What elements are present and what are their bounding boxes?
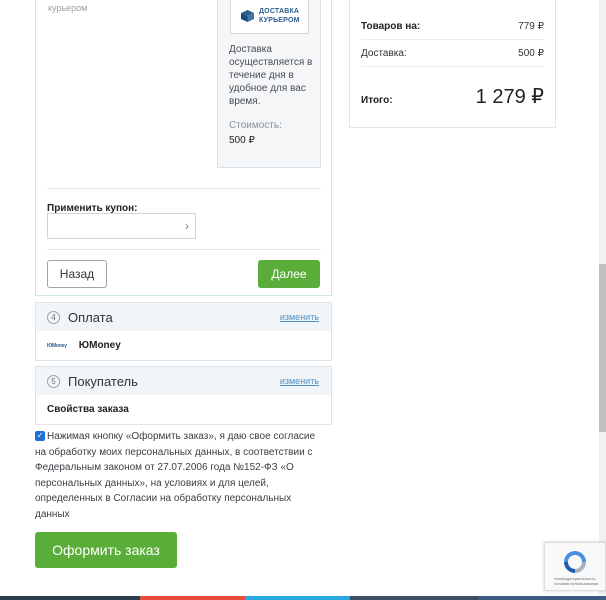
cost-label: Стоимость:: [229, 120, 282, 131]
yoomoney-logo: ЮMoney: [47, 342, 67, 349]
step-header: 5 Покупатель изменить: [36, 367, 331, 395]
total-value: 1 279 ₽: [475, 86, 544, 108]
summary-goods-row: Товаров на: 779 ₽: [361, 21, 544, 32]
step-payment: 4 Оплата изменить ЮMoney ЮMoney: [35, 302, 332, 361]
back-button[interactable]: Назад: [47, 260, 107, 288]
delivery-panel: курьером ДОСТАВКА КУРЬЕРОМ Доставка осущ…: [35, 0, 332, 296]
goods-value: 779 ₽: [518, 21, 544, 32]
scrollbar[interactable]: [599, 0, 606, 600]
step-body: ЮMoney ЮMoney: [36, 331, 331, 360]
delivery-label: Доставка:: [361, 48, 407, 59]
coupon-input[interactable]: ›: [47, 213, 196, 239]
payment-method-label: ЮMoney: [78, 340, 121, 351]
scrollbar-thumb[interactable]: [599, 264, 606, 432]
strip-segment: [350, 596, 478, 600]
edit-buyer-link[interactable]: изменить: [280, 376, 319, 386]
courier-delivery-card[interactable]: ДОСТАВКА КУРЬЕРОМ Доставка осуществляетс…: [217, 0, 321, 168]
strip-segment: [0, 596, 140, 600]
order-properties-label: Свойства заказа: [47, 404, 129, 415]
courier-logo: ДОСТАВКА КУРЬЕРОМ: [230, 0, 309, 34]
step-title: Покупатель: [68, 373, 138, 389]
logo-text-line-1: ДОСТАВКА: [259, 8, 300, 15]
summary-total-row: Итого: 1 279 ₽: [361, 84, 544, 109]
total-label: Итого:: [361, 95, 393, 106]
strip-segment: [245, 596, 350, 600]
cost-value: 500 ₽: [229, 135, 255, 146]
delivery-value: 500 ₽: [518, 48, 544, 59]
step-header: 4 Оплата изменить: [36, 303, 331, 331]
step-buyer: 5 Покупатель изменить Свойства заказа: [35, 366, 332, 425]
strip-segment: [478, 596, 606, 600]
goods-label: Товаров на:: [361, 21, 421, 32]
footer-color-strip: [0, 596, 606, 600]
courier-subtitle: курьером: [48, 3, 88, 13]
place-order-button[interactable]: Оформить заказ: [35, 532, 177, 568]
divider: [47, 188, 321, 189]
recaptcha-badge[interactable]: Конфиденциальность - Условия использован…: [544, 542, 606, 591]
order-summary: Товаров на: 779 ₽ Доставка: 500 ₽ Итого:…: [349, 0, 556, 128]
divider: [361, 39, 544, 40]
divider: [47, 249, 321, 250]
summary-delivery-row: Доставка: 500 ₽: [361, 48, 544, 59]
divider: [361, 66, 544, 67]
consent-text: Нажимая кнопку «Оформить заказ», я даю с…: [35, 431, 316, 520]
step-title: Оплата: [68, 309, 113, 325]
delivery-box-icon: [241, 10, 254, 22]
step-number: 5: [47, 374, 60, 388]
step-number: 4: [47, 310, 60, 324]
strip-segment: [140, 596, 245, 600]
step-body: Свойства заказа: [36, 395, 331, 424]
consent-checkbox[interactable]: ✓: [35, 431, 45, 441]
check-icon: ✓: [36, 431, 44, 440]
delivery-description: Доставка осуществляется в течение дня в …: [229, 44, 313, 107]
recaptcha-text: Конфиденциальность - Условия использован…: [553, 576, 599, 586]
chevron-right-icon[interactable]: ›: [185, 220, 189, 232]
next-button[interactable]: Далее: [258, 260, 320, 288]
edit-payment-link[interactable]: изменить: [280, 312, 319, 322]
recaptcha-icon: [564, 551, 586, 573]
logo-text-line-2: КУРЬЕРОМ: [259, 17, 300, 24]
